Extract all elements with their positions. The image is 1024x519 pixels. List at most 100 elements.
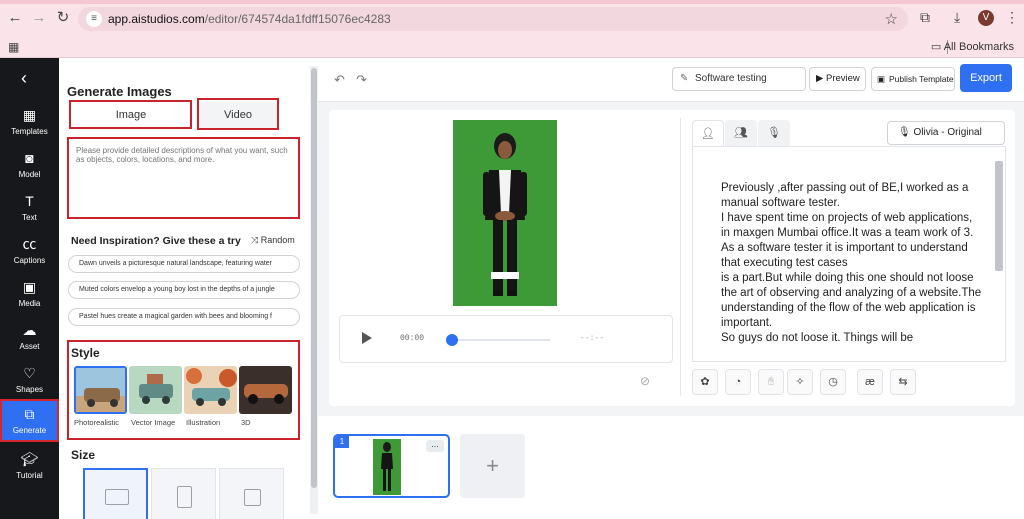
generate-icon: ⧉ bbox=[24, 406, 35, 422]
random-button[interactable]: ⤨ Random bbox=[251, 235, 295, 246]
style-3d[interactable] bbox=[239, 366, 292, 414]
undo-icon[interactable]: ↶ bbox=[334, 72, 345, 88]
highlight-box bbox=[69, 100, 192, 129]
browser-toolbar: ← → ↻ ≡ app.aistudios.com/editor/674574d… bbox=[0, 0, 1024, 36]
rail-label: Model bbox=[18, 170, 41, 179]
highlight-box bbox=[197, 98, 279, 130]
duration: --:-- bbox=[580, 334, 605, 343]
rail-item-text[interactable]: T Text bbox=[0, 192, 59, 232]
script-text[interactable]: Previously ,after passing out of BE,I wo… bbox=[721, 181, 983, 346]
size-option-landscape[interactable] bbox=[83, 468, 148, 519]
landscape-icon bbox=[105, 489, 129, 505]
rail-label: Media bbox=[18, 299, 41, 308]
bookmark-star-icon[interactable]: ☆ bbox=[885, 10, 898, 28]
rail-item-media[interactable]: ▣ Media bbox=[0, 278, 59, 318]
tab-audio[interactable]: 🎙︎ bbox=[758, 120, 790, 146]
project-name-field[interactable]: ✎ Software testing bbox=[672, 67, 806, 91]
rail-item-generate[interactable]: ⧉ Generate bbox=[0, 399, 59, 442]
rail-item-shapes[interactable]: ♡ Shapes bbox=[0, 364, 59, 404]
tab-multi-avatar[interactable]: 👥︎ bbox=[725, 120, 757, 146]
profile-avatar[interactable]: V bbox=[978, 10, 994, 26]
download-icon[interactable]: ⤓ bbox=[954, 9, 960, 26]
style-illustration[interactable] bbox=[184, 366, 237, 414]
camera-off-icon[interactable]: ⊘ bbox=[640, 374, 650, 388]
size-option-portrait[interactable] bbox=[151, 468, 216, 519]
scene-more-button[interactable]: ... bbox=[426, 440, 444, 452]
play-icon: ▶ bbox=[816, 73, 824, 84]
illustration-thumbnail bbox=[184, 366, 237, 414]
scrollbar-thumb[interactable] bbox=[311, 68, 317, 488]
forward-icon[interactable]: → bbox=[30, 9, 48, 27]
add-scene-button[interactable]: + bbox=[460, 434, 525, 498]
scene-thumbnail[interactable]: 1 ... bbox=[333, 434, 450, 498]
url-text: app.aistudios.com/editor/674574da1fdff15… bbox=[108, 12, 391, 26]
scene-number: 1 bbox=[335, 436, 349, 448]
browser-menu-icon[interactable]: ⋮ bbox=[1005, 9, 1019, 26]
size-option-square[interactable] bbox=[219, 468, 284, 519]
site-info-icon[interactable]: ≡ bbox=[86, 11, 102, 27]
effect-tool[interactable]: ✧ bbox=[787, 369, 813, 395]
style-vector-image[interactable] bbox=[129, 366, 182, 414]
style-photorealistic[interactable] bbox=[74, 366, 127, 414]
play-button[interactable] bbox=[362, 332, 372, 344]
avatar-preview[interactable] bbox=[453, 120, 557, 306]
text-icon: T bbox=[25, 193, 34, 209]
tab-single-avatar[interactable]: 👤︎ bbox=[692, 120, 724, 146]
rail-item-model[interactable]: ◙ Model bbox=[0, 149, 59, 189]
pronunciation-tool[interactable]: æ bbox=[857, 369, 883, 395]
pause-tool[interactable]: ◷ bbox=[820, 369, 846, 395]
hand-icon: ✋︎ bbox=[767, 376, 775, 388]
microphone-icon: 🎙︎ bbox=[767, 127, 781, 139]
openai-icon: ✿ bbox=[700, 376, 710, 388]
suggestion-chip[interactable]: Dawn unveils a picturesque natural lands… bbox=[68, 255, 300, 273]
rail-item-asset[interactable]: ☁ Asset bbox=[0, 321, 59, 361]
pencil-icon: ✎ bbox=[680, 73, 689, 84]
ai-assist-tool[interactable]: ✿ bbox=[692, 369, 718, 395]
gauge-icon: ◔ bbox=[734, 376, 742, 388]
publish-template-button[interactable]: ▣ Publish Template bbox=[871, 67, 955, 91]
rail-item-captions[interactable]: ㏄ Captions bbox=[0, 235, 59, 275]
style-label: Vector Image bbox=[131, 418, 176, 427]
preview-button[interactable]: ▶ Preview bbox=[809, 67, 866, 91]
reload-icon[interactable]: ↻ bbox=[54, 9, 72, 27]
script-editor[interactable]: Previously ,after passing out of BE,I wo… bbox=[692, 146, 1006, 362]
redo-icon[interactable]: ↷ bbox=[356, 72, 367, 88]
speed-tool[interactable]: ◔ bbox=[725, 369, 751, 395]
rail-label: Text bbox=[22, 213, 37, 222]
suggestion-chip[interactable]: Pastel hues create a magical garden with… bbox=[68, 308, 300, 326]
people-icon: 👥︎ bbox=[734, 127, 748, 139]
script-scrollbar[interactable] bbox=[995, 151, 1003, 359]
rail-label: Generate bbox=[12, 426, 47, 435]
divider bbox=[680, 118, 681, 396]
rail-item-tutorial[interactable]: 🎓︎ Tutorial bbox=[0, 450, 59, 490]
export-button[interactable]: Export bbox=[960, 64, 1012, 92]
voice-selector[interactable]: 🎙︎ Olivia - Original Voice bbox=[887, 121, 1005, 160]
video-player: 00:00 --:-- bbox=[339, 315, 673, 363]
bookmarks-bar: ▦ ▭ All Bookmarks bbox=[0, 36, 1024, 58]
back-icon[interactable]: ← bbox=[6, 9, 24, 27]
media-icon: ▣ bbox=[22, 279, 37, 295]
mic-icon: 🎙︎ bbox=[898, 127, 911, 138]
suggestion-chip[interactable]: Muted colors envelop a young boy lost in… bbox=[68, 281, 300, 299]
timeline-knob[interactable] bbox=[446, 334, 458, 346]
translate-tool[interactable]: ⇆ bbox=[890, 369, 916, 395]
timeline-track[interactable] bbox=[450, 339, 550, 341]
translate-icon: ⇆ bbox=[898, 376, 908, 388]
rail-label: Tutorial bbox=[16, 471, 43, 480]
address-bar[interactable]: ≡ app.aistudios.com/editor/674574da1fdff… bbox=[78, 7, 908, 31]
apps-grid-icon[interactable]: ▦ bbox=[8, 40, 19, 54]
scrollbar-thumb[interactable] bbox=[995, 161, 1003, 271]
left-rail: ‹ ▦ Templates ◙ Model T Text ㏄ Captions … bbox=[0, 58, 59, 519]
panel-scrollbar[interactable] bbox=[310, 66, 318, 514]
extensions-icon[interactable]: ⧉ bbox=[920, 9, 930, 26]
vector-thumbnail bbox=[129, 366, 182, 414]
style-label: 3D bbox=[241, 418, 251, 427]
style-label: Photorealistic bbox=[74, 418, 120, 427]
gesture-tool[interactable]: ✋︎ bbox=[758, 369, 784, 395]
all-bookmarks-link[interactable]: ▭ All Bookmarks bbox=[931, 40, 1014, 53]
back-chevron-icon[interactable]: ‹ bbox=[21, 68, 27, 89]
asset-icon: ☁ bbox=[22, 322, 37, 338]
captions-icon: ㏄ bbox=[22, 236, 37, 252]
portrait-icon bbox=[177, 486, 192, 508]
rail-item-templates[interactable]: ▦ Templates bbox=[0, 106, 59, 146]
